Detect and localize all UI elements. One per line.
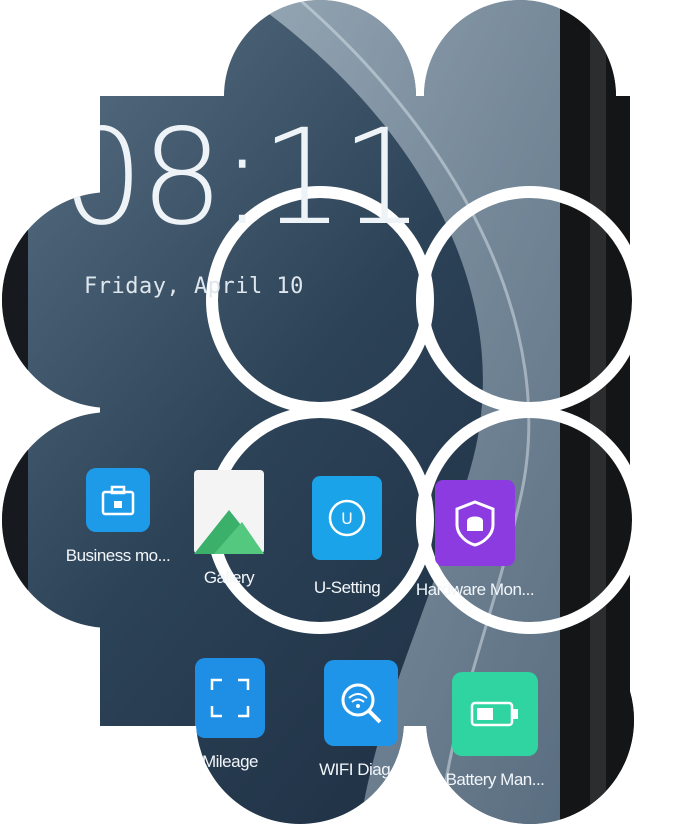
gallery-icon [194,470,264,554]
briefcase-lock-icon [86,468,150,532]
u-setting-icon: U [312,476,382,560]
app-label: Hardware Mon... [415,580,535,599]
app-battery-manager[interactable]: Battery Man... [420,672,570,790]
svg-text:U: U [341,509,353,528]
lockscreen-date: Friday, April 10 [84,274,304,299]
lockscreen-clock: 08:11 [60,101,421,255]
app-label: Business mo... [65,546,171,565]
app-hardware-monitor[interactable]: Hardware Mon... [400,480,550,600]
shield-chip-icon [435,480,515,566]
app-label: Gallery [203,568,255,587]
scan-frame-icon [195,658,265,738]
battery-icon [452,672,538,756]
app-u-setting[interactable]: U U-Setting [292,476,402,598]
app-gallery[interactable]: Gallery [174,470,284,588]
phone-screenshot-collage: 08:11 Friday, April 10 Business mo... Ga… [0,0,692,824]
wifi-search-icon [324,660,398,746]
app-business-mode[interactable]: Business mo... [58,468,178,566]
app-label: U-Setting [313,578,381,597]
